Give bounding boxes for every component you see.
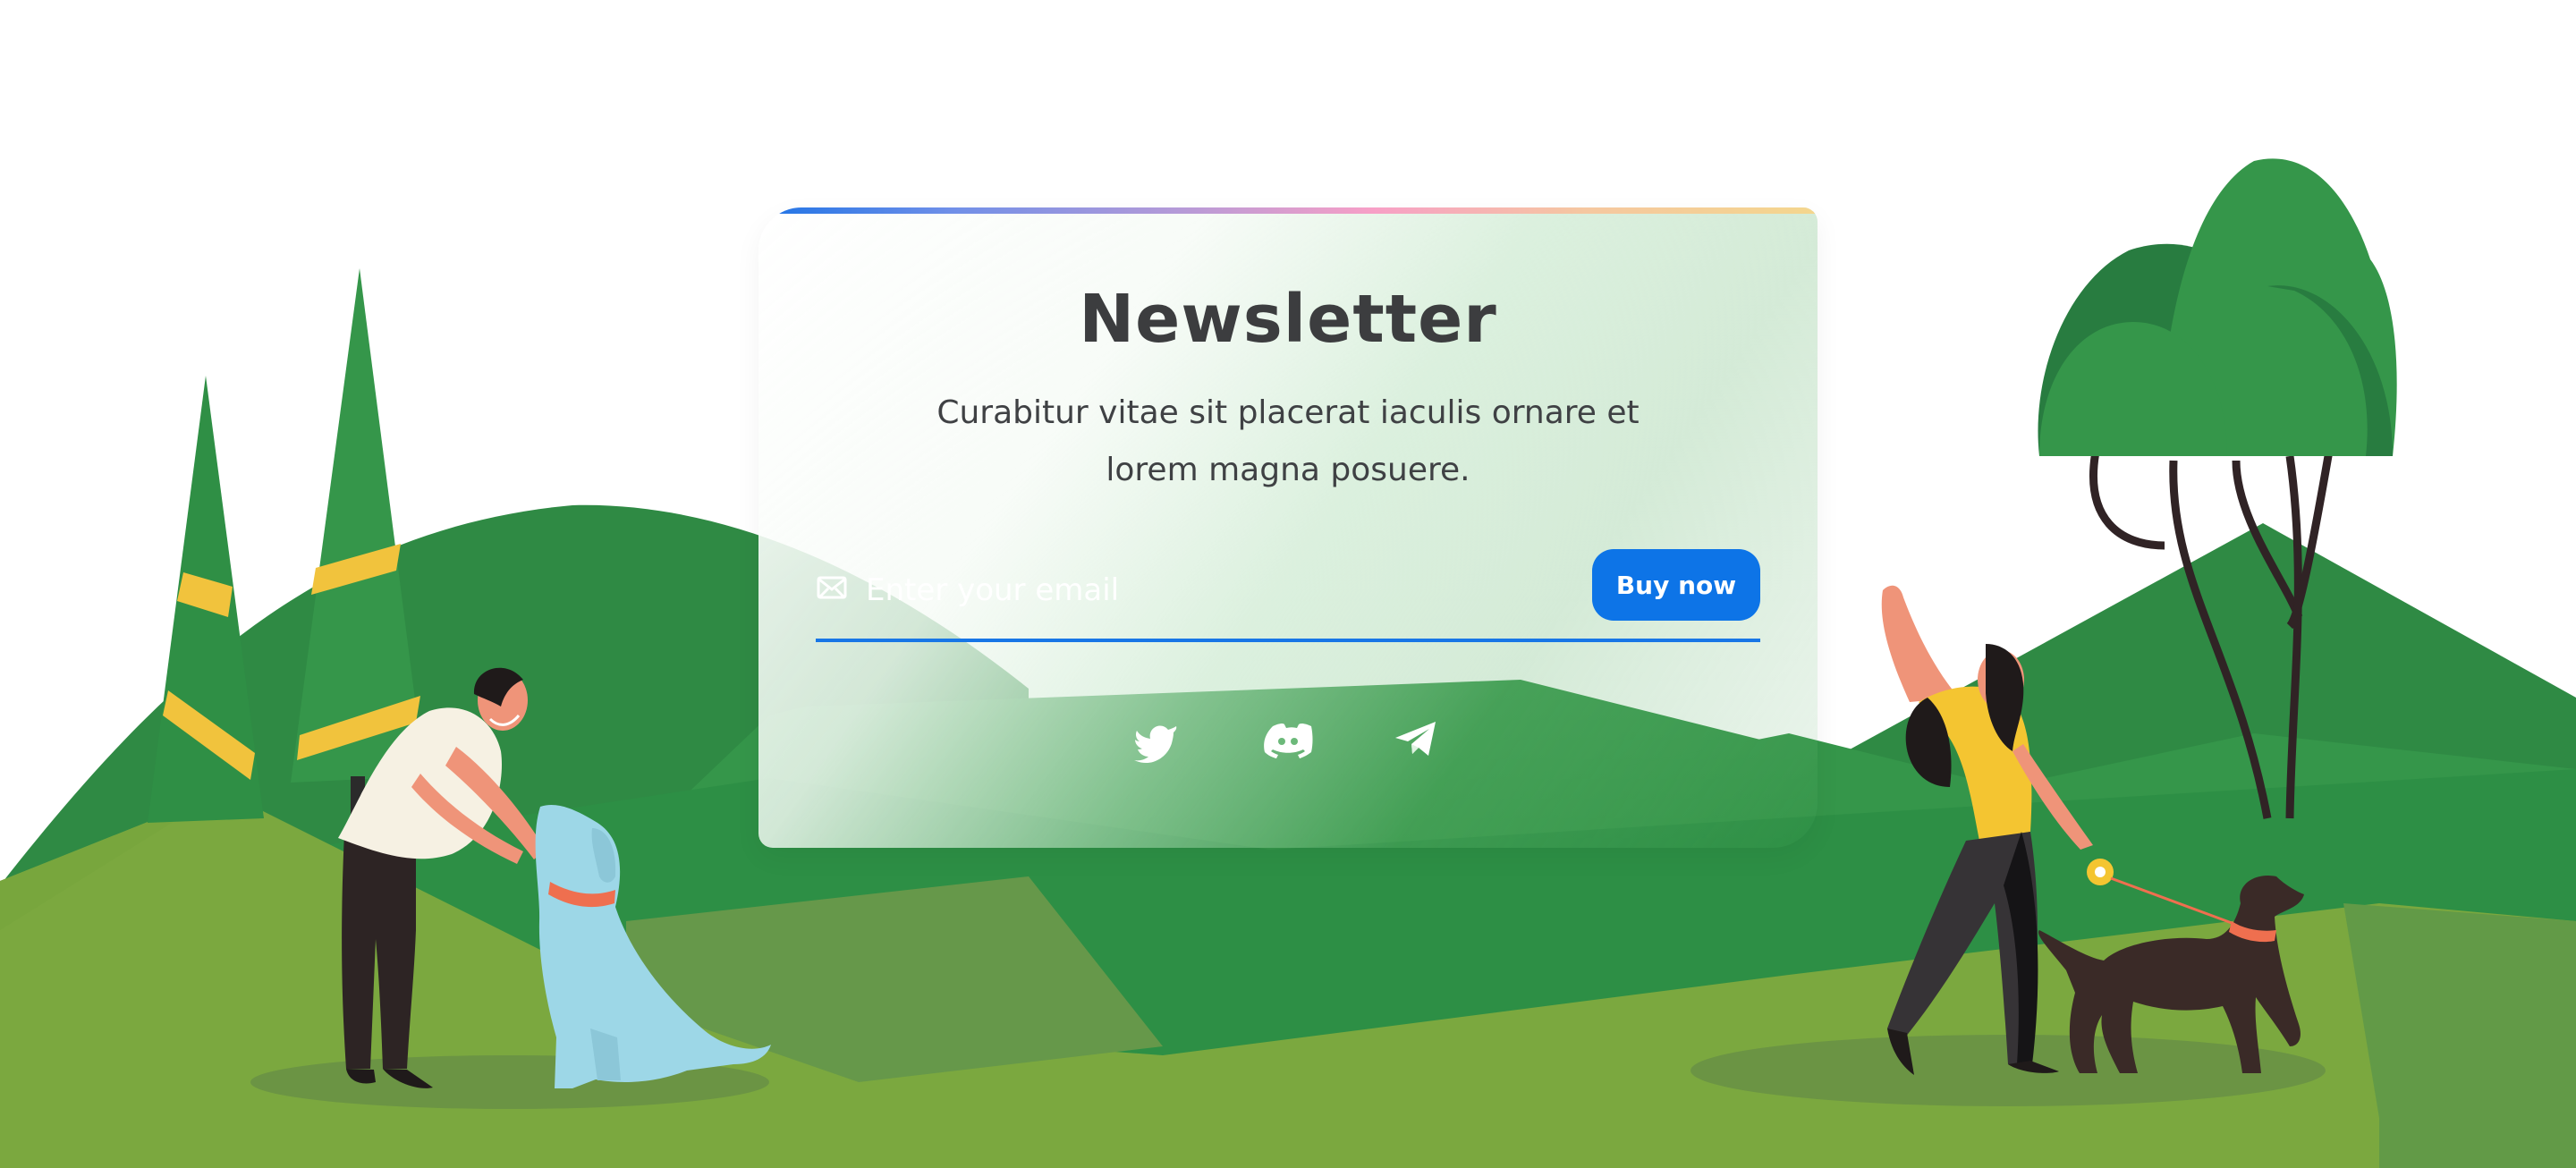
twitter-icon[interactable]: [1134, 714, 1184, 764]
social-links: [1134, 714, 1442, 776]
buy-now-button[interactable]: Buy now: [1592, 549, 1760, 621]
card-gradient-border: [758, 207, 1818, 214]
discord-icon[interactable]: [1263, 714, 1313, 764]
newsletter-title: Newsletter: [1079, 281, 1497, 358]
newsletter-description: Curabitur vitae sit placerat iaculis orn…: [936, 394, 1640, 488]
email-input[interactable]: [864, 563, 1547, 617]
mail-icon: [817, 576, 847, 599]
email-form: Buy now: [816, 549, 1760, 642]
telegram-icon[interactable]: [1392, 714, 1442, 764]
newsletter-card: Newsletter Curabitur vitae sit placerat …: [758, 207, 1818, 848]
